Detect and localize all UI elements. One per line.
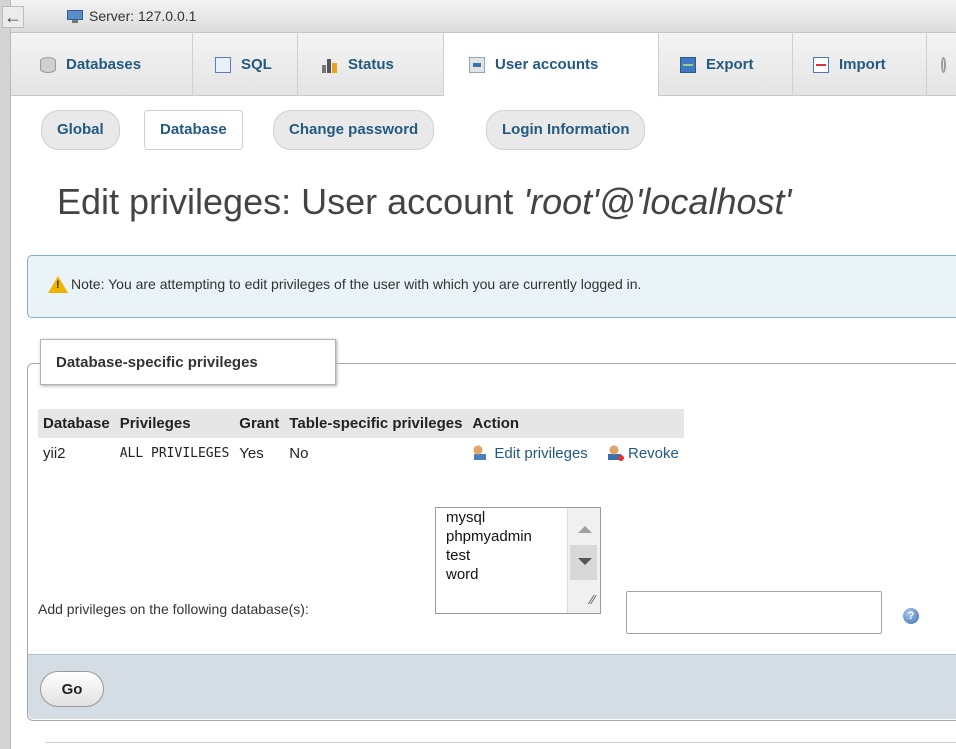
cell-database: yii2 [38,438,115,468]
server-icon [67,10,83,23]
page-title: Edit privileges: User account 'root'@'lo… [57,181,791,223]
cell-privileges: ALL PRIVILEGES [114,438,235,468]
edit-user-icon [472,444,491,461]
add-privileges-label: Add privileges on the following database… [38,601,309,617]
cell-grant: Yes [234,438,285,468]
subtab-login-information[interactable]: Login Information [486,110,646,150]
go-button[interactable]: Go [40,671,104,707]
database-select-list[interactable]: mysql phpmyadmin test word ⁄⁄ [435,507,601,614]
revoke-user-icon [605,444,624,461]
tab-label: Status [348,56,394,73]
privileges-table: Database Privileges Grant Table-specific… [38,409,684,468]
tab-user-accounts[interactable]: User accounts [444,33,659,97]
tab-settings[interactable] [927,33,956,96]
page-title-user: 'root'@'localhost' [523,181,792,222]
help-icon[interactable]: ? [903,608,919,624]
tab-export[interactable]: Export [659,33,793,96]
scroll-up-icon[interactable] [578,526,592,533]
user-accounts-icon [469,56,485,73]
database-icon [40,56,56,73]
table-header-row: Database Privileges Grant Table-specific… [38,409,684,438]
notice-text: Note: You are attempting to edit privile… [71,276,642,292]
import-icon [813,56,829,73]
scroll-down-icon[interactable] [578,558,592,565]
revoke-label: Revoke [627,444,679,462]
form-footer [28,654,956,719]
tab-label: Export [706,56,754,73]
server-breadcrumb[interactable]: Server: 127.0.0.1 [89,8,196,24]
tab-import[interactable]: Import [793,33,927,96]
table-row: yii2 ALL PRIVILEGES Yes No Edit privileg… [38,438,684,468]
notice-box: ! Note: You are attempting to edit privi… [27,255,956,318]
list-scrollbar[interactable]: ⁄⁄ [567,508,600,613]
tab-label: Import [839,56,886,73]
resize-grip-icon[interactable]: ⁄⁄ [591,592,595,607]
subtab-change-password[interactable]: Change password [273,110,435,150]
edit-privileges-link[interactable]: Edit privileges [472,444,588,462]
edit-privileges-label: Edit privileges [494,444,588,462]
revoke-link[interactable]: Revoke [605,444,679,462]
subtab-global[interactable]: Global [41,110,120,150]
status-icon [322,57,338,73]
cell-action: Edit privileges Revoke [467,438,684,468]
column-header: Privileges [114,409,235,438]
sql-icon [215,56,231,73]
column-header: Grant [234,409,285,438]
page-title-prefix: Edit privileges: User account [57,181,524,222]
divider [46,742,956,743]
tab-status[interactable]: Status [298,33,444,96]
database-name-input[interactable] [626,591,882,634]
cell-table-specific: No [284,438,468,468]
fieldset-legend: Database-specific privileges [40,339,336,385]
column-header: Table-specific privileges [284,409,468,438]
back-arrow-icon[interactable]: ← [2,6,24,28]
tab-label: Databases [66,56,142,73]
wrench-icon [941,56,946,73]
tab-label: User accounts [495,56,599,73]
navigation-panel-edge [0,0,11,749]
tab-label: SQL [241,56,272,73]
top-menu-tabs: Databases SQL Status User accounts Expor… [11,33,956,97]
tab-sql[interactable]: SQL [193,33,298,96]
server-breadcrumb-bar: ← Server: 127.0.0.1 [2,0,956,33]
warning-icon: ! [48,276,68,293]
tab-databases[interactable]: Databases [11,33,193,96]
export-icon [680,56,696,73]
column-header: Database [38,409,115,438]
column-header: Action [467,409,684,438]
subtab-database[interactable]: Database [144,110,243,150]
